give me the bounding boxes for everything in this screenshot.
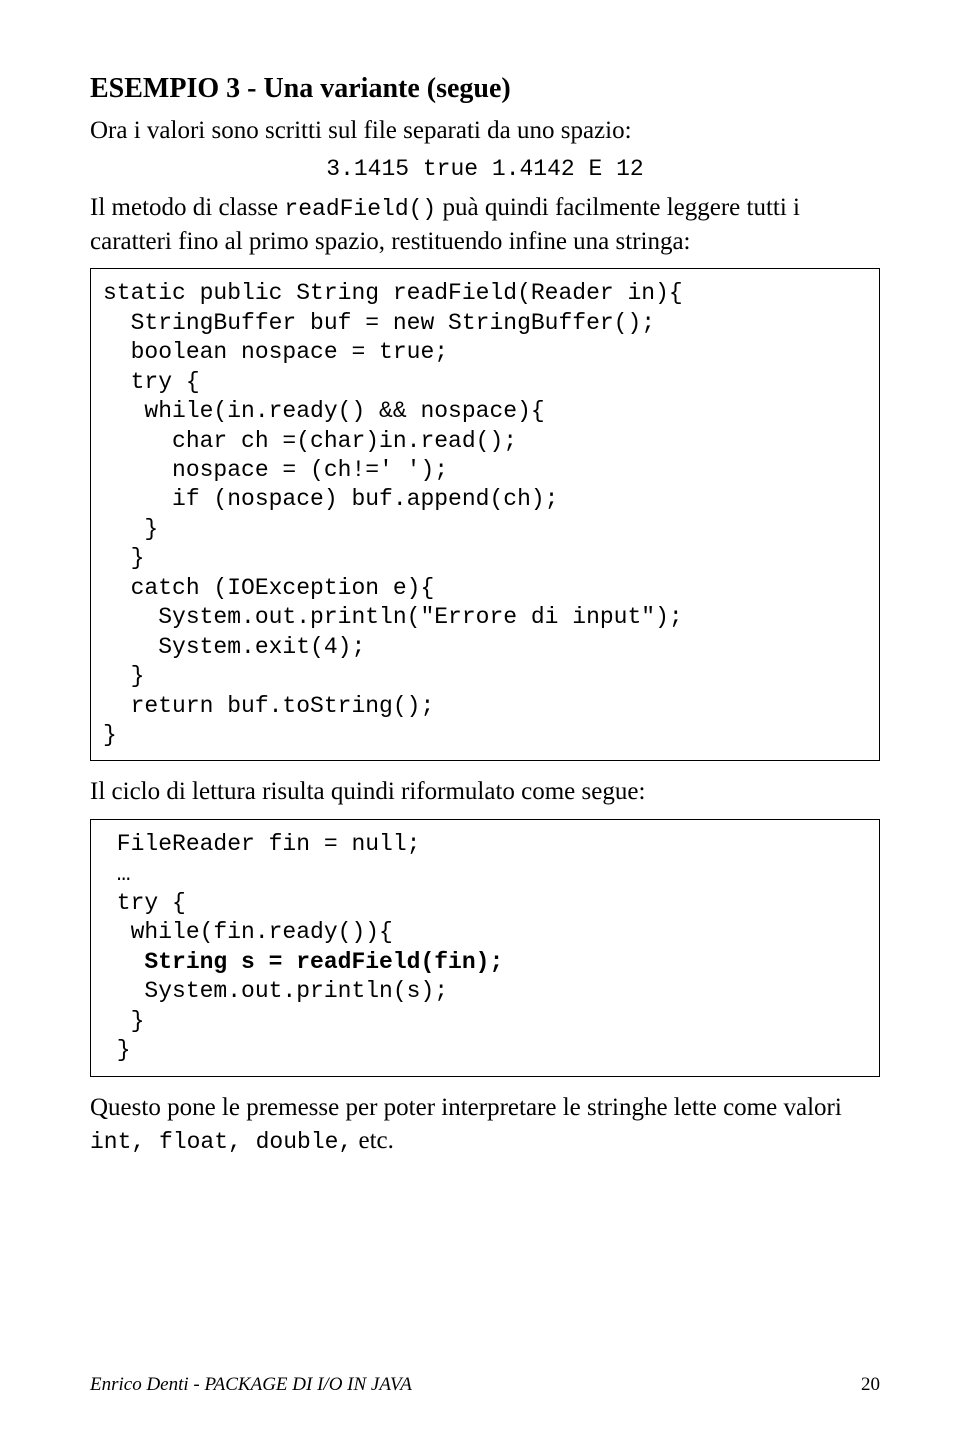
intro-paragraph: Ora i valori sono scritti sul file separ…	[90, 114, 880, 148]
code-block-loop: FileReader fin = null; … try { while(fin…	[90, 819, 880, 1077]
page-footer: Enrico Denti - PACKAGE DI I/O IN JAVA 20	[90, 1372, 880, 1398]
closing-text-b: etc.	[352, 1127, 394, 1154]
footer-author-title: Enrico Denti - PACKAGE DI I/O IN JAVA	[90, 1372, 412, 1398]
sample-values: 3.1415 true 1.4142 E 12	[90, 154, 880, 185]
closing-text-a: Questo pone le premesse per poter interp…	[90, 1094, 842, 1121]
loop-intro: Il ciclo di lettura risulta quindi rifor…	[90, 775, 880, 809]
page-number: 20	[861, 1372, 880, 1398]
code-block-readfield: static public String readField(Reader in…	[90, 268, 880, 761]
method-desc-text-a: Il metodo di classe	[90, 194, 284, 221]
code-loop-pre: FileReader fin = null; … try { while(fin…	[103, 831, 420, 945]
readfield-code-inline: readField()	[284, 196, 436, 222]
section-heading: ESEMPIO 3 - Una variante (segue)	[90, 70, 880, 108]
code-loop-bold-line: String s = readField(fin);	[103, 949, 503, 975]
method-description: Il metodo di classe readField() puà quin…	[90, 191, 880, 259]
code-loop-post: System.out.println(s); } }	[103, 978, 448, 1063]
closing-paragraph: Questo pone le premesse per poter interp…	[90, 1091, 880, 1159]
types-code-inline: int, float, double,	[90, 1129, 352, 1155]
